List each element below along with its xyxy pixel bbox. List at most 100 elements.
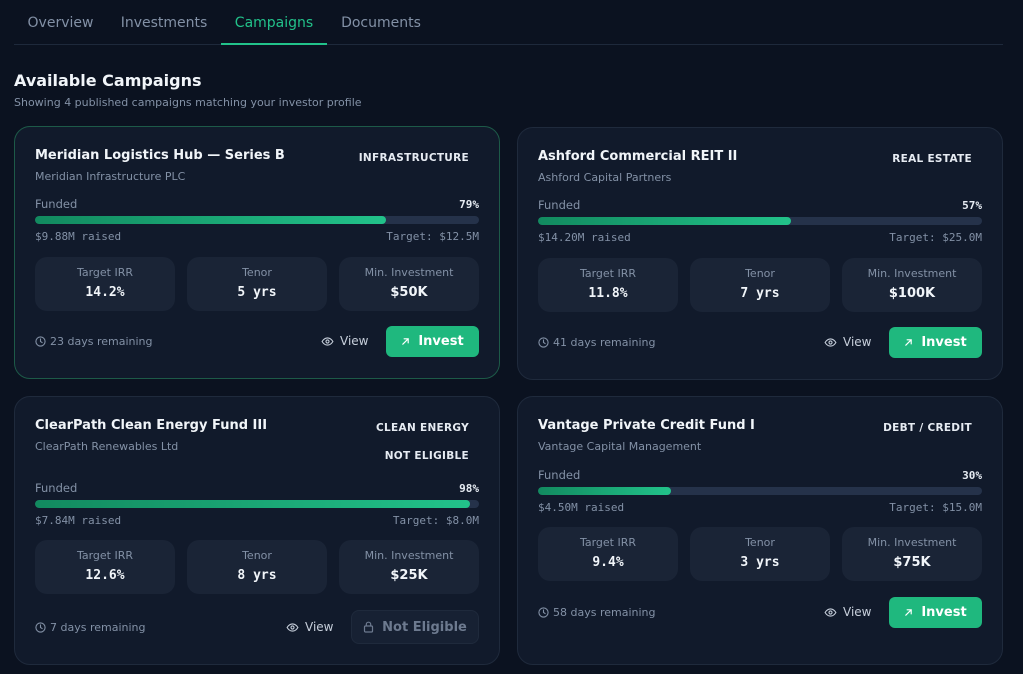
days-remaining-text: 23 days remaining (50, 335, 153, 348)
campaign-card: Meridian Logistics Hub — Series B Meridi… (14, 126, 500, 379)
metric-value: $75K (893, 555, 931, 570)
funding-progress-fill (35, 500, 471, 508)
metric-value: 9.4% (592, 555, 624, 570)
arrow-up-right-icon (904, 338, 913, 347)
eye-icon (286, 622, 299, 632)
metric-target-irr: Target IRR 14.2% (35, 257, 175, 311)
metric-label: Tenor (745, 267, 775, 280)
funding-progress-bar (35, 216, 479, 224)
funded-percent: 57% (962, 199, 982, 212)
days-remaining-text: 7 days remaining (50, 621, 146, 634)
metric-value: 12.6% (85, 568, 125, 583)
eye-icon (824, 607, 837, 617)
metric-label: Target IRR (76, 549, 134, 562)
clock-icon (35, 336, 46, 347)
clock-icon (538, 337, 549, 348)
invest-label: Invest (921, 605, 967, 620)
funding-progress-bar (35, 500, 479, 508)
metric-tenor: Tenor 3 yrs (690, 527, 830, 581)
metric-min-investment: Min. Investment $75K (842, 527, 982, 581)
amount-raised: $4.50M raised (538, 501, 625, 514)
funded-percent: 98% (459, 482, 479, 495)
page-subtitle: Showing 4 published campaigns matching y… (14, 96, 362, 109)
funding-progress-bar (538, 487, 982, 495)
metric-label: Tenor (242, 266, 272, 279)
campaign-issuer: Meridian Infrastructure PLC (35, 170, 186, 183)
campaign-issuer: Ashford Capital Partners (538, 171, 672, 184)
metric-value: 11.8% (588, 286, 628, 301)
tab-bar: Overview Investments Campaigns Documents (14, 0, 1003, 45)
metric-value: $100K (888, 286, 936, 301)
invest-button[interactable]: Invest (386, 326, 479, 357)
target-amount: Target: $8.0M (392, 514, 479, 527)
campaign-title: Ashford Commercial REIT II (538, 149, 738, 164)
campaign-issuer: Vantage Capital Management (538, 440, 702, 453)
metric-label: Target IRR (76, 266, 134, 279)
funding-progress-fill (538, 487, 672, 495)
not-eligible-button: Not Eligible (351, 610, 479, 644)
metric-target-irr: Target IRR 11.8% (538, 258, 678, 312)
tab-campaigns[interactable]: Campaigns (221, 0, 327, 45)
days-remaining: 58 days remaining (538, 606, 656, 619)
tab-investments[interactable]: Investments (110, 0, 218, 45)
metric-label: Min. Investment (364, 266, 454, 279)
metric-target-irr: Target IRR 12.6% (35, 540, 175, 594)
invest-button[interactable]: Invest (889, 597, 982, 628)
campaign-card: ClearPath Clean Energy Fund III ClearPat… (14, 396, 500, 665)
campaign-issuer: ClearPath Renewables Ltd (35, 440, 179, 453)
funded-percent: 30% (962, 469, 982, 482)
metric-value: 14.2% (85, 285, 125, 300)
target-amount: Target: $12.5M (386, 230, 479, 243)
campaign-title: ClearPath Clean Energy Fund III (35, 418, 268, 433)
view-button[interactable]: View (321, 334, 368, 348)
view-label: View (843, 335, 872, 349)
target-amount: Target: $15.0M (889, 501, 982, 514)
target-amount: Target: $25.0M (889, 231, 982, 244)
clock-icon (538, 607, 549, 618)
campaign-card: Vantage Private Credit Fund I Vantage Ca… (517, 396, 1003, 665)
arrow-up-right-icon (904, 608, 913, 617)
metric-tenor: Tenor 8 yrs (187, 540, 327, 594)
clock-icon (35, 622, 46, 633)
metric-label: Target IRR (579, 536, 637, 549)
funded-label: Funded (538, 198, 581, 212)
invest-label: Invest (921, 335, 967, 350)
metric-label: Tenor (745, 536, 775, 549)
funded-label: Funded (35, 481, 78, 495)
amount-raised: $9.88M raised (35, 230, 122, 243)
metric-value: 8 yrs (237, 568, 277, 583)
invest-label: Invest (418, 334, 464, 349)
metric-target-irr: Target IRR 9.4% (538, 527, 678, 581)
eye-icon (824, 337, 837, 347)
category-badge: INFRASTRUCTURE (358, 152, 469, 164)
days-remaining: 23 days remaining (35, 335, 153, 348)
metric-value: 3 yrs (740, 555, 780, 570)
tab-overview[interactable]: Overview (14, 0, 107, 45)
category-badge: DEBT / CREDIT (883, 422, 972, 434)
invest-button[interactable]: Invest (889, 327, 982, 358)
view-button[interactable]: View (286, 620, 333, 634)
view-button[interactable]: View (824, 605, 871, 619)
metric-label: Tenor (242, 549, 272, 562)
funding-progress-bar (538, 217, 982, 225)
metric-tenor: Tenor 5 yrs (187, 257, 327, 311)
metric-label: Target IRR (579, 267, 637, 280)
campaign-title: Meridian Logistics Hub — Series B (35, 148, 285, 163)
view-button[interactable]: View (824, 335, 871, 349)
lock-icon (363, 621, 374, 633)
days-remaining-text: 58 days remaining (553, 606, 656, 619)
campaign-card: Ashford Commercial REIT II Ashford Capit… (517, 127, 1003, 380)
tab-documents[interactable]: Documents (330, 0, 432, 45)
category-badge: REAL ESTATE (892, 153, 972, 165)
funded-label: Funded (538, 468, 581, 482)
metric-value: $50K (390, 285, 428, 300)
metric-value: 7 yrs (740, 286, 780, 301)
metric-label: Min. Investment (867, 536, 957, 549)
not-eligible-label: Not Eligible (382, 619, 467, 635)
metric-value: 5 yrs (237, 285, 277, 300)
amount-raised: $14.20M raised (538, 231, 631, 244)
metric-value: $25K (390, 568, 428, 583)
metric-min-investment: Min. Investment $50K (339, 257, 479, 311)
amount-raised: $7.84M raised (35, 514, 122, 527)
metric-min-investment: Min. Investment $25K (339, 540, 479, 594)
